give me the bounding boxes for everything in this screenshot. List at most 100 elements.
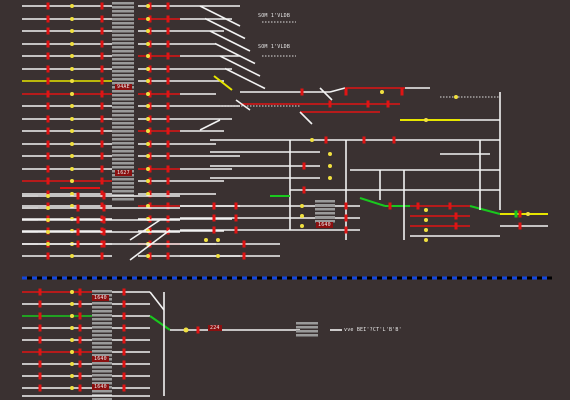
signal-icon[interactable] — [38, 336, 42, 344]
signal-icon[interactable] — [102, 228, 106, 236]
track-section[interactable] — [209, 30, 251, 52]
signal-icon[interactable] — [46, 27, 50, 35]
signal-icon[interactable] — [46, 90, 50, 98]
signal-icon[interactable] — [166, 152, 170, 160]
signal-icon[interactable] — [46, 177, 50, 185]
signal-icon[interactable] — [388, 202, 392, 210]
signal-icon[interactable] — [100, 52, 104, 60]
signal-icon[interactable] — [122, 288, 126, 296]
signal-icon[interactable] — [46, 77, 50, 85]
track-section[interactable] — [213, 75, 233, 91]
signal-icon[interactable] — [46, 52, 50, 60]
signal-icon[interactable] — [76, 228, 80, 236]
signal-icon[interactable] — [78, 384, 82, 392]
signal-icon[interactable] — [234, 202, 238, 210]
signal-icon[interactable] — [242, 252, 246, 260]
signal-icon[interactable] — [76, 204, 80, 212]
signal-icon[interactable] — [100, 90, 104, 98]
signal-icon[interactable] — [102, 204, 106, 212]
signal-icon[interactable] — [234, 214, 238, 222]
signal-icon[interactable] — [166, 15, 170, 23]
signal-icon[interactable] — [100, 140, 104, 148]
signal-icon[interactable] — [38, 288, 42, 296]
signal-icon[interactable] — [38, 348, 42, 356]
signal-icon[interactable] — [46, 152, 50, 160]
signal-icon[interactable] — [416, 202, 420, 210]
signal-icon[interactable] — [46, 115, 50, 123]
signal-icon[interactable] — [100, 165, 104, 173]
track-section[interactable] — [204, 17, 246, 40]
signal-icon[interactable] — [122, 348, 126, 356]
signal-icon[interactable] — [514, 210, 518, 218]
signal-icon[interactable] — [78, 360, 82, 368]
signal-icon[interactable] — [212, 214, 216, 222]
signal-icon[interactable] — [166, 2, 170, 10]
track-section[interactable] — [214, 42, 256, 65]
signal-icon[interactable] — [518, 222, 522, 230]
signal-icon[interactable] — [362, 136, 366, 144]
signal-icon[interactable] — [166, 90, 170, 98]
signal-icon[interactable] — [400, 88, 404, 96]
signal-icon[interactable] — [46, 65, 50, 73]
signal-icon[interactable] — [100, 65, 104, 73]
signal-icon[interactable] — [78, 372, 82, 380]
track-section[interactable] — [149, 315, 171, 331]
signal-icon[interactable] — [386, 100, 390, 108]
track-section[interactable] — [469, 205, 501, 215]
signal-icon[interactable] — [100, 77, 104, 85]
signal-icon[interactable] — [166, 177, 170, 185]
signal-icon[interactable] — [78, 336, 82, 344]
signal-icon[interactable] — [454, 212, 458, 220]
signal-icon[interactable] — [166, 52, 170, 60]
signal-icon[interactable] — [78, 312, 82, 320]
signal-icon[interactable] — [344, 202, 348, 210]
signal-icon[interactable] — [328, 100, 332, 108]
signal-icon[interactable] — [166, 40, 170, 48]
signal-icon[interactable] — [46, 165, 50, 173]
signal-icon[interactable] — [344, 214, 348, 222]
signal-icon[interactable] — [102, 216, 106, 224]
signal-icon[interactable] — [122, 360, 126, 368]
signal-icon[interactable] — [78, 288, 82, 296]
signal-icon[interactable] — [344, 226, 348, 234]
train-id-tag[interactable]: 1640 — [92, 384, 109, 390]
signal-icon[interactable] — [100, 15, 104, 23]
signal-icon[interactable] — [100, 102, 104, 110]
signal-icon[interactable] — [46, 127, 50, 135]
signal-icon[interactable] — [448, 202, 452, 210]
signal-icon[interactable] — [100, 177, 104, 185]
signal-icon[interactable] — [100, 27, 104, 35]
signal-icon[interactable] — [102, 192, 106, 200]
signal-icon[interactable] — [38, 300, 42, 308]
signal-icon[interactable] — [212, 202, 216, 210]
signal-icon[interactable] — [78, 300, 82, 308]
signal-icon[interactable] — [122, 300, 126, 308]
signal-icon[interactable] — [102, 240, 106, 248]
signal-icon[interactable] — [46, 15, 50, 23]
signal-icon[interactable] — [302, 162, 306, 170]
signal-icon[interactable] — [234, 226, 238, 234]
signal-icon[interactable] — [166, 215, 170, 223]
signal-icon[interactable] — [242, 240, 246, 248]
train-id-tag[interactable]: 1640 — [92, 356, 109, 362]
signal-icon[interactable] — [166, 65, 170, 73]
signal-icon[interactable] — [76, 216, 80, 224]
signal-icon[interactable] — [392, 136, 396, 144]
signal-icon[interactable] — [122, 324, 126, 332]
signal-icon[interactable] — [100, 252, 104, 260]
track-section[interactable] — [359, 197, 386, 207]
signal-icon[interactable] — [324, 136, 328, 144]
signal-icon[interactable] — [100, 152, 104, 160]
signal-icon[interactable] — [38, 324, 42, 332]
track-section[interactable] — [199, 5, 241, 27]
signal-icon[interactable] — [166, 127, 170, 135]
signal-icon[interactable] — [78, 324, 82, 332]
train-id-tag[interactable]: 1627 — [115, 170, 132, 176]
train-id-tag[interactable]: 224 — [208, 325, 222, 331]
signal-icon[interactable] — [166, 140, 170, 148]
train-id-tag[interactable]: 1640 — [316, 222, 333, 228]
signal-icon[interactable] — [196, 326, 200, 334]
signal-icon[interactable] — [302, 186, 306, 194]
signal-icon[interactable] — [166, 77, 170, 85]
signal-icon[interactable] — [78, 348, 82, 356]
